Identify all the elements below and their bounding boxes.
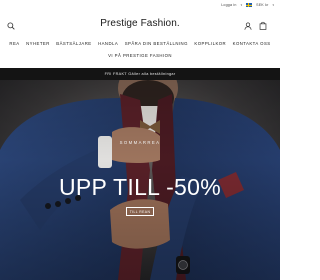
nav-item-spara-bestallning[interactable]: SPÅRA DIN BESTÄLLNING <box>125 41 188 46</box>
site-header: Logga in ▾ SEK kr ▾ Prestige Fashion. RE… <box>0 0 280 68</box>
main-navigation: REA NYHETER BÄSTSÄLJARE HANDLA SPÅRA DIN… <box>0 41 280 65</box>
hero-eyebrow: SOMMARREA <box>119 140 161 145</box>
free-shipping-text: FRI FRAKT Gäller alla beställningar <box>104 72 176 76</box>
hero-banner[interactable]: SOMMARREA UPP TILL -50% TILL REAN <box>0 80 280 280</box>
nav-item-kontakta-oss[interactable]: KONTAKTA OSS <box>233 41 271 46</box>
nav-item-rea[interactable]: REA <box>9 41 19 46</box>
swedish-flag-icon[interactable] <box>246 3 253 7</box>
chevron-down-icon: ▾ <box>240 3 243 7</box>
utility-bar: Logga in ▾ SEK kr ▾ <box>221 3 274 7</box>
nav-item-nyheter[interactable]: NYHETER <box>26 41 50 46</box>
user-icon[interactable] <box>244 22 252 30</box>
nav-item-om-oss[interactable]: VI PÅ PRESTIGE FASHION <box>108 53 172 58</box>
nav-row-primary: REA NYHETER BÄSTSÄLJARE HANDLA SPÅRA DIN… <box>0 41 280 46</box>
shop-sale-button-label: TILL REAN <box>129 209 151 214</box>
page: Logga in ▾ SEK kr ▾ Prestige Fashion. RE… <box>0 0 280 280</box>
currency-selector[interactable]: SEK kr <box>256 3 268 7</box>
store-logo[interactable]: Prestige Fashion. <box>0 18 280 29</box>
free-shipping-banner: FRI FRAKT Gäller alla beställningar <box>0 68 280 80</box>
shop-sale-button[interactable]: TILL REAN <box>126 207 154 216</box>
hero-headline: UPP TILL -50% <box>58 174 221 200</box>
nav-row-secondary: VI PÅ PRESTIGE FASHION <box>0 53 280 58</box>
chevron-down-icon: ▾ <box>272 3 274 7</box>
nav-item-handla[interactable]: HANDLA <box>98 41 118 46</box>
nav-item-kopplilkor[interactable]: KOPPLILKOR <box>194 41 226 46</box>
shopping-bag-icon[interactable] <box>259 21 267 30</box>
nav-item-bastsaljare[interactable]: BÄSTSÄLJARE <box>56 41 91 46</box>
login-link[interactable]: Logga in <box>221 3 236 7</box>
